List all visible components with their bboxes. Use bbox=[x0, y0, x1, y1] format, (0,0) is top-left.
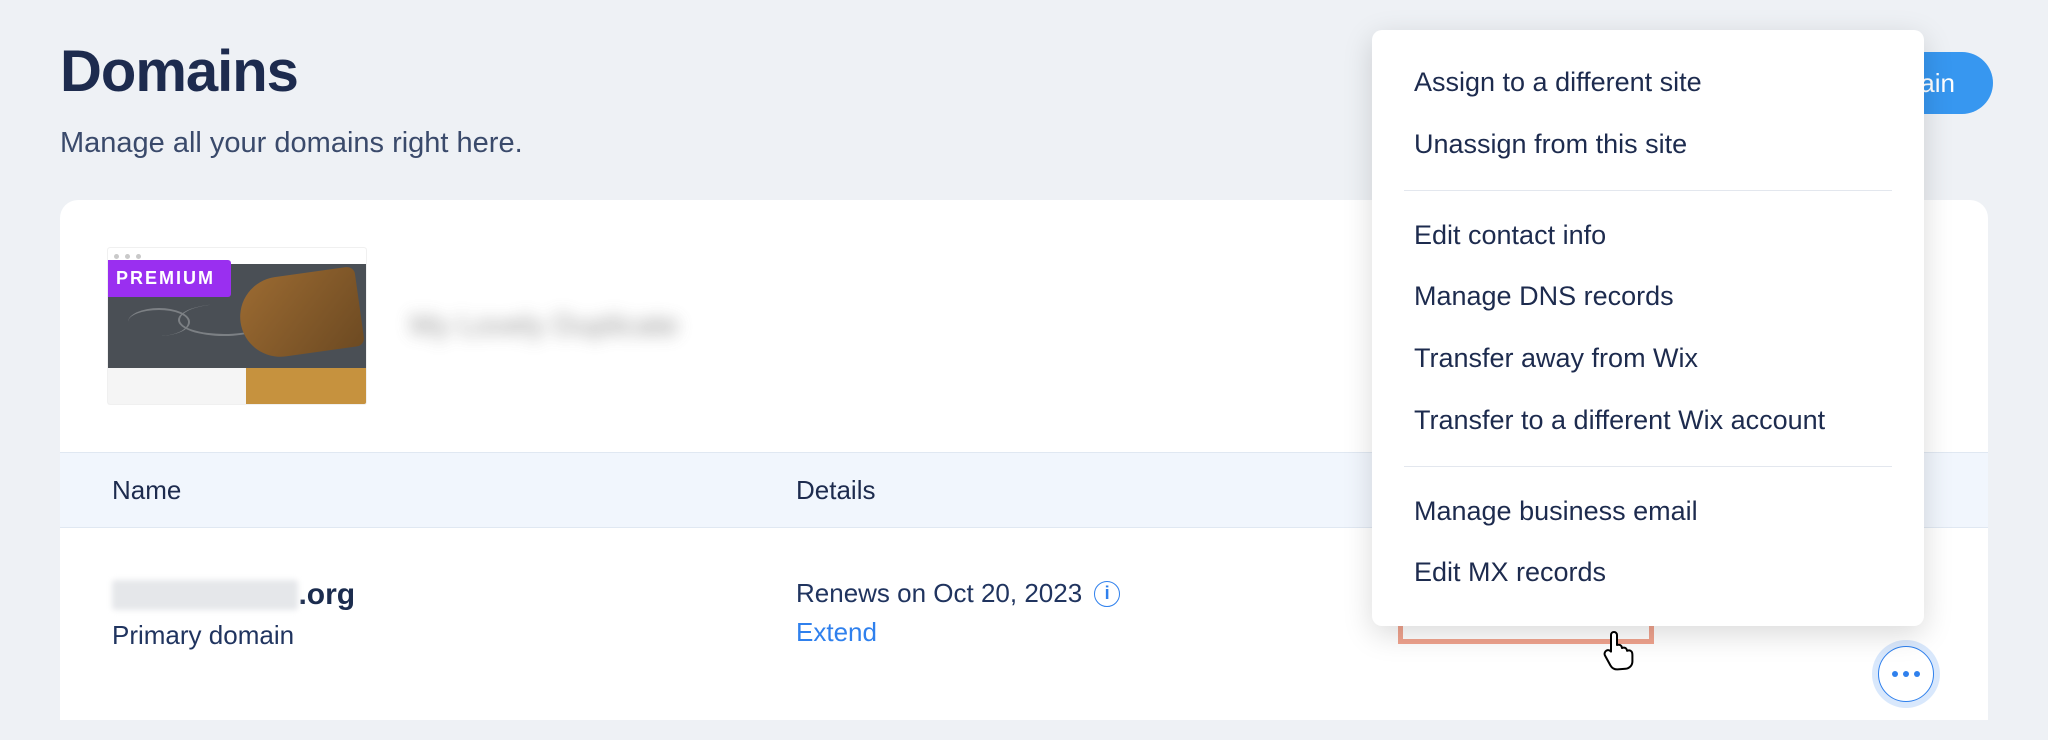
menu-unassign-site[interactable]: Unassign from this site bbox=[1372, 114, 1924, 176]
menu-divider bbox=[1404, 190, 1892, 191]
domain-name-cell: examplewebsite.org Primary domain bbox=[60, 578, 796, 651]
menu-manage-email[interactable]: Manage business email bbox=[1372, 481, 1924, 543]
renew-date: Renews on Oct 20, 2023 bbox=[796, 578, 1082, 609]
domain-name-masked: examplewebsite bbox=[112, 580, 298, 610]
menu-edit-mx[interactable]: Edit MX records bbox=[1372, 542, 1924, 604]
site-thumbnail[interactable]: PREMIUM bbox=[108, 248, 366, 404]
domain-subtitle: Primary domain bbox=[112, 620, 796, 651]
menu-manage-dns[interactable]: Manage DNS records bbox=[1372, 266, 1924, 328]
premium-badge: PREMIUM bbox=[108, 260, 231, 297]
menu-transfer-account[interactable]: Transfer to a different Wix account bbox=[1372, 390, 1924, 452]
dot-icon bbox=[1903, 671, 1909, 677]
domain-actions-menu: Assign to a different site Unassign from… bbox=[1372, 30, 1924, 626]
pointer-cursor-icon bbox=[1600, 628, 1640, 672]
menu-transfer-away[interactable]: Transfer away from Wix bbox=[1372, 328, 1924, 390]
menu-assign-site[interactable]: Assign to a different site bbox=[1372, 52, 1924, 114]
column-name-header: Name bbox=[60, 475, 796, 506]
dot-icon bbox=[1892, 671, 1898, 677]
more-actions-button[interactable] bbox=[1878, 646, 1934, 702]
info-icon[interactable]: i bbox=[1094, 581, 1120, 607]
menu-divider bbox=[1404, 466, 1892, 467]
dot-icon bbox=[1914, 671, 1920, 677]
site-name: My Lovely Duplicate bbox=[410, 309, 678, 343]
domain-tld: .org bbox=[298, 578, 355, 611]
menu-edit-contact[interactable]: Edit contact info bbox=[1372, 205, 1924, 267]
